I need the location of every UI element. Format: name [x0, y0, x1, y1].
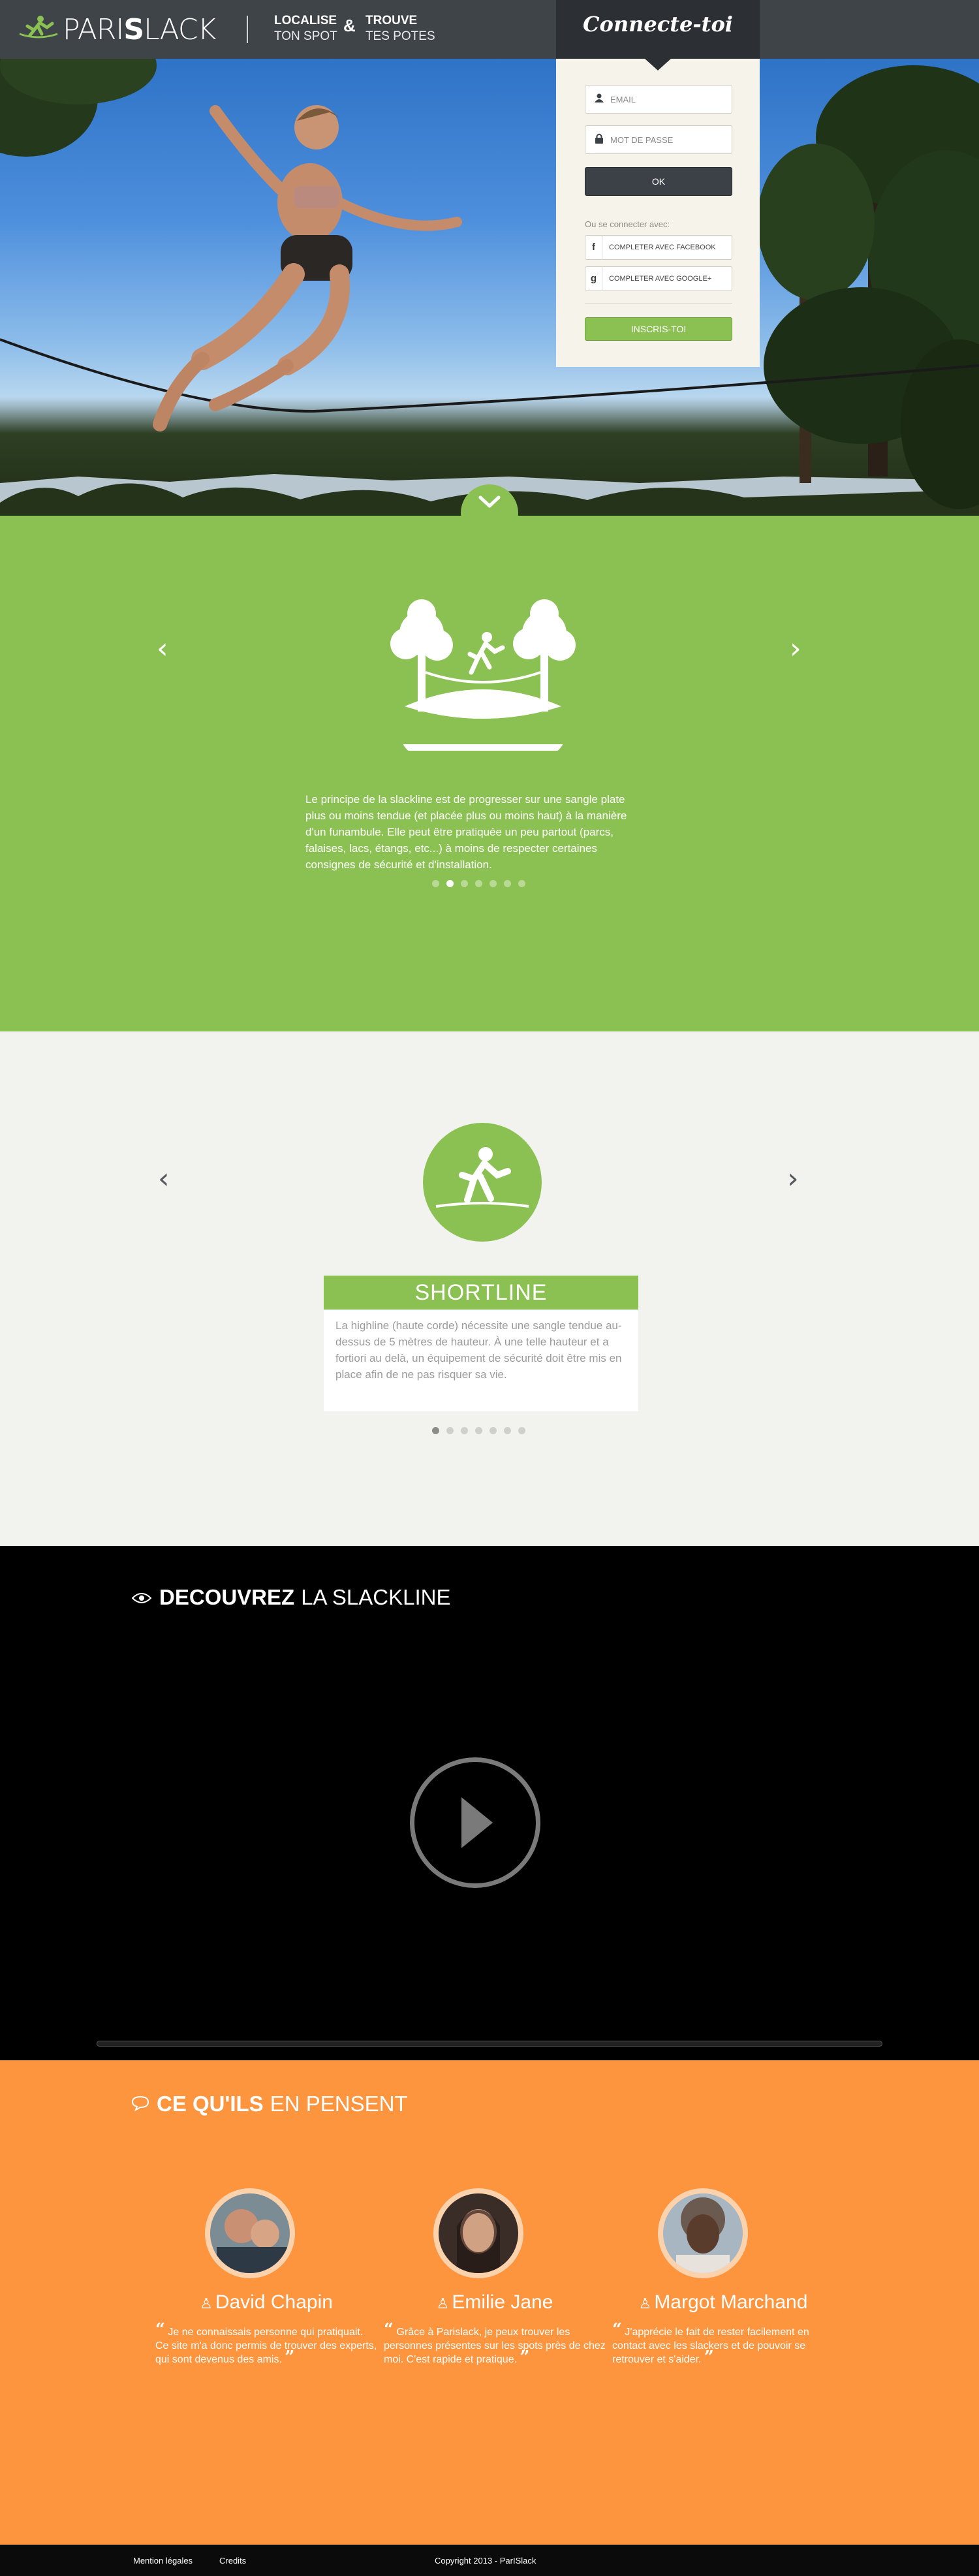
speech-bubble-icon — [131, 2092, 149, 2116]
login-title: Connecte-toi — [583, 12, 733, 37]
credits-link[interactable]: Credits — [219, 2556, 246, 2566]
types-section: ‹ › SHORTLINE La highline (haute corde) … — [0, 1031, 979, 1546]
slackliner-icon — [435, 1147, 529, 1208]
pager-dot[interactable] — [475, 1427, 482, 1434]
intro-section: ‹ › Le principe de la slackline est de p… — [0, 516, 979, 1031]
testimonials-heading: CE QU'ILS EN PENSENT — [131, 2092, 408, 2116]
eye-icon — [131, 1585, 152, 1610]
testimonial-quote: “ J'apprécie le fait de rester facilemen… — [612, 2320, 809, 2367]
slackliner-figure — [153, 105, 462, 432]
lock-icon — [595, 133, 604, 147]
social-login-label: Ou se connecter avec: — [585, 219, 670, 229]
google-login-button[interactable]: g COMPLETER AVEC GOOGLE+ — [585, 266, 732, 291]
user-icon: ♙ — [200, 2295, 213, 2312]
pager-dot-active[interactable] — [446, 880, 454, 887]
testimonial-author: ♙ Emilie Jane — [436, 2291, 553, 2313]
testimonial-author: ♙ David Chapin — [200, 2291, 333, 2313]
facebook-login-button[interactable]: f COMPLETER AVEC FACEBOOK — [585, 235, 732, 260]
types-pager — [432, 1427, 525, 1434]
google-icon: g — [585, 266, 602, 291]
pager-dot[interactable] — [475, 880, 482, 887]
user-icon: ♙ — [436, 2295, 450, 2312]
pager-dot[interactable] — [489, 1427, 497, 1434]
password-input[interactable] — [610, 134, 721, 145]
site-header: PARISLACK LOCALISE TON SPOT & TROUVE TES… — [0, 0, 979, 59]
login-pointer — [645, 59, 671, 71]
testimonial-author: ♙ Margot Marchand — [638, 2291, 808, 2313]
chevron-right-icon[interactable]: › — [790, 632, 801, 665]
intro-pager — [432, 880, 525, 887]
pager-dot[interactable] — [461, 880, 468, 887]
login-panel: OK Ou se connecter avec: f COMPLETER AVE… — [556, 59, 760, 367]
tagline-ampersand: & — [343, 16, 356, 35]
chevron-right-icon[interactable]: › — [787, 1162, 799, 1195]
video-progress-bar[interactable] — [97, 2041, 882, 2047]
video-heading: DECOUVREZ LA SLACKLINE — [131, 1585, 450, 1610]
chevron-down-icon — [478, 495, 501, 508]
hero-photo — [0, 59, 979, 516]
shortline-badge — [423, 1123, 542, 1242]
user-icon — [595, 93, 604, 106]
logo-wordmark: PARISLACK — [63, 12, 217, 46]
pager-dot[interactable] — [489, 880, 497, 887]
testimonials-section: CE QU'ILS EN PENSENT ♙ David Chapin “ Je n… — [0, 2060, 979, 2545]
email-field[interactable] — [585, 85, 732, 114]
login-tab: Connecte-toi — [556, 0, 760, 59]
pager-dot[interactable] — [446, 1427, 454, 1434]
pager-dot[interactable] — [461, 1427, 468, 1434]
copyright-text: Copyright 2013 - ParISlack — [435, 2556, 536, 2566]
play-button[interactable] — [410, 1757, 540, 1888]
card-title: SHORTLINE — [324, 1276, 638, 1310]
pager-dot[interactable] — [518, 880, 525, 887]
tagline-localise: LOCALISE TON SPOT — [274, 14, 337, 43]
slackliner-logo-icon — [19, 16, 58, 39]
slackline-trees-illustration — [390, 599, 576, 751]
legal-link[interactable]: Mention légales — [133, 2556, 193, 2566]
avatar — [658, 2188, 748, 2278]
pager-dot[interactable] — [504, 880, 511, 887]
avatar — [433, 2188, 523, 2278]
tagline-trouve: TROUVE TES POTES — [365, 14, 435, 43]
facebook-icon: f — [585, 235, 602, 260]
login-separator — [585, 303, 732, 304]
email-input[interactable] — [610, 94, 721, 104]
site-footer: Mention légales Credits Copyright 2013 -… — [0, 2545, 979, 2576]
testimonial-quote: “ Je ne connaissais personne qui pratiqu… — [155, 2320, 377, 2367]
intro-text: Le principe de la slackline est de progr… — [305, 793, 627, 871]
pager-dot[interactable] — [504, 1427, 511, 1434]
play-icon — [461, 1797, 493, 1848]
scroll-down-button[interactable] — [461, 484, 518, 542]
testimonial-quote: “ Grâce à Parislack, je peux trouver les… — [384, 2320, 606, 2367]
chevron-left-icon[interactable]: ‹ — [157, 632, 168, 665]
video-section: DECOUVREZ LA SLACKLINE — [0, 1546, 979, 2060]
hero-banner — [0, 59, 979, 516]
avatar — [205, 2188, 295, 2278]
password-field[interactable] — [585, 125, 732, 154]
shortline-card: SHORTLINE La highline (haute corde) néce… — [324, 1276, 638, 1411]
signup-button[interactable]: INSCRIS-TOI — [585, 317, 732, 341]
header-divider — [247, 16, 248, 43]
chevron-left-icon[interactable]: ‹ — [158, 1162, 170, 1195]
pager-dot[interactable] — [518, 1427, 525, 1434]
logo[interactable]: PARISLACK — [18, 12, 217, 47]
pager-dot-active[interactable] — [432, 1427, 439, 1434]
pager-dot[interactable] — [432, 880, 439, 887]
card-text: La highline (haute corde) nécessite une … — [335, 1319, 622, 1381]
user-icon: ♙ — [638, 2295, 652, 2312]
ok-button[interactable]: OK — [585, 167, 732, 196]
